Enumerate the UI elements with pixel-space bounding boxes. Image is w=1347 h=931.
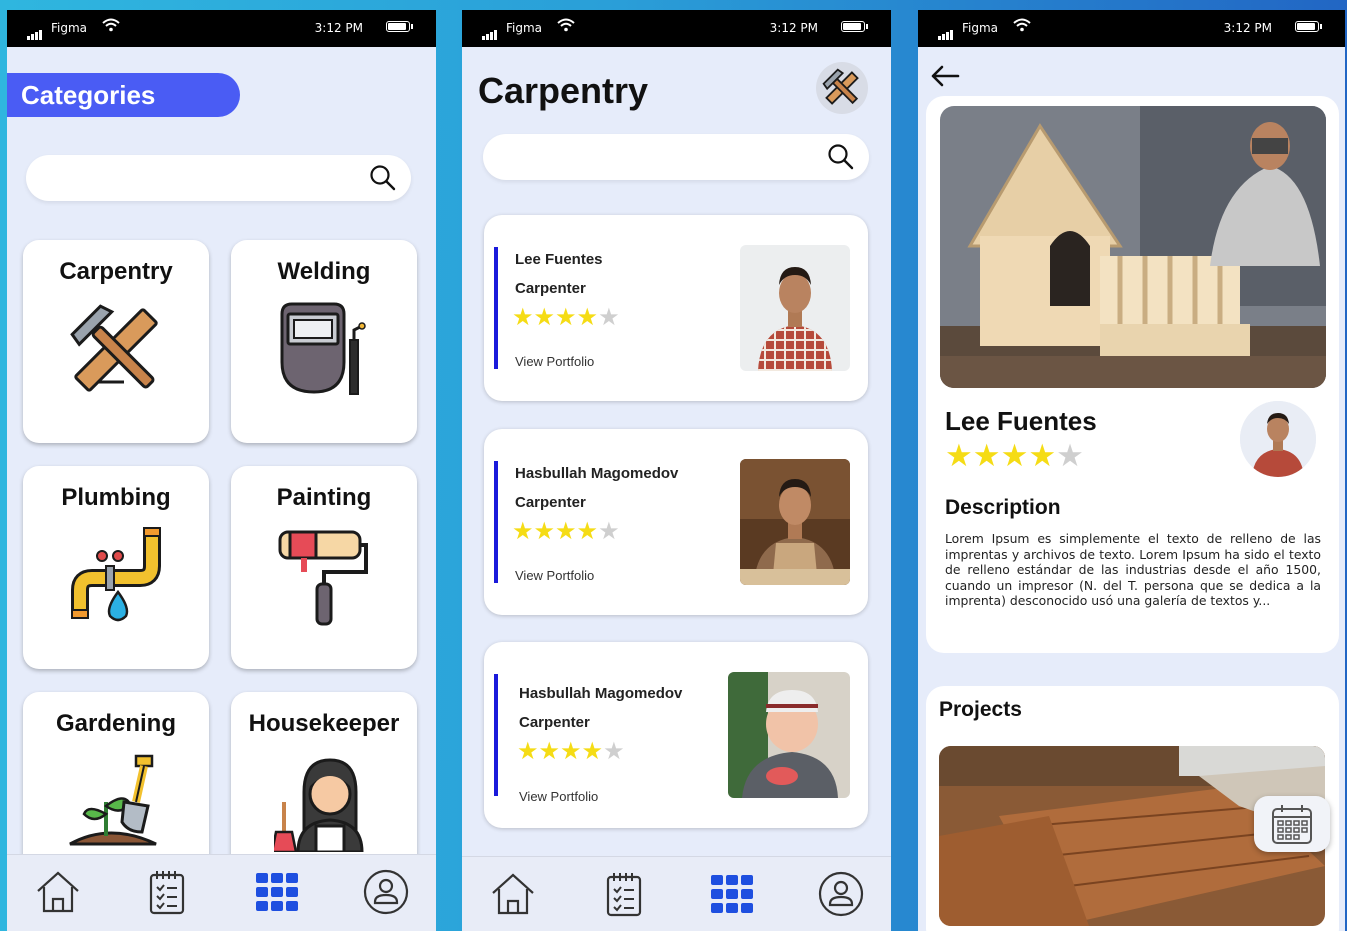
search-input[interactable]: [26, 155, 411, 201]
category-label: Carpentry: [59, 258, 173, 285]
worker-role: Carpenter: [515, 280, 586, 297]
housekeeper-icon: [274, 758, 364, 852]
clock: 3:12 PM: [1223, 21, 1272, 35]
card-accent-bar: [494, 247, 498, 369]
view-portfolio-link[interactable]: View Portfolio: [519, 789, 598, 804]
card-accent-bar: [494, 674, 498, 796]
worker-role: Carpenter: [515, 494, 586, 511]
calendar-button[interactable]: [1254, 796, 1330, 852]
plant-shovel-icon: [69, 754, 157, 846]
clock: 3:12 PM: [314, 21, 363, 35]
wifi-icon: [557, 18, 575, 32]
category-tile-carpentry[interactable]: Carpentry: [23, 240, 209, 443]
category-label: Housekeeper: [248, 710, 400, 737]
rating-stars: ★★★★★: [517, 738, 625, 765]
categories-screen: Figma 3:12 PM Categories Carpentry Weldi…: [7, 10, 436, 931]
signal-icon: [27, 26, 43, 40]
status-bar: Figma 3:12 PM: [7, 10, 436, 47]
category-label: Plumbing: [61, 484, 171, 511]
wifi-icon: [1013, 18, 1031, 32]
worker-name: Lee Fuentes: [515, 251, 603, 268]
worker-photo: [728, 672, 850, 798]
battery-icon: [841, 21, 868, 32]
worker-photo: [740, 245, 850, 371]
view-portfolio-link[interactable]: View Portfolio: [515, 354, 594, 369]
battery-icon: [386, 21, 413, 32]
back-arrow-icon[interactable]: [930, 65, 960, 87]
rating-stars: ★★★★★: [945, 438, 1084, 473]
search-input[interactable]: [483, 134, 869, 180]
projects-heading: Projects: [939, 698, 1022, 721]
worker-photo: [740, 459, 850, 585]
bottom-nav: [7, 854, 436, 931]
search-icon: [828, 144, 854, 170]
carpentry-screen: Figma 3:12 PM Carpentry Lee Fuentes Carp…: [462, 10, 891, 931]
status-bar: Figma 3:12 PM: [462, 10, 891, 47]
wifi-icon: [102, 18, 120, 32]
page-title: Carpentry: [478, 70, 649, 111]
paint-roller-icon: [278, 530, 368, 626]
worker-card[interactable]: Lee Fuentes Carpenter ★★★★★ View Portfol…: [484, 215, 868, 401]
rating-stars: ★★★★★: [512, 304, 620, 331]
profile-card: Lee Fuentes ★★★★★ Description Lorem Ipsu…: [926, 96, 1339, 653]
clock: 3:12 PM: [769, 21, 818, 35]
hammer-saw-icon: [822, 68, 859, 105]
description-text: Lorem Ipsum es simplemente el texto de r…: [945, 531, 1321, 608]
worker-name: Hasbullah Magomedov: [515, 465, 679, 482]
calendar-icon: [1272, 805, 1312, 844]
pipe-icon: [71, 527, 161, 622]
worker-card[interactable]: Hasbullah Magomedov Carpenter ★★★★★ View…: [484, 642, 868, 828]
checklist-icon[interactable]: [604, 871, 644, 917]
bottom-nav: [462, 856, 891, 931]
status-bar: Figma 3:12 PM: [918, 10, 1345, 47]
welding-mask-icon: [280, 302, 366, 395]
home-icon[interactable]: [490, 871, 536, 917]
hammer-saw-icon: [70, 304, 158, 392]
hero-photo: [940, 106, 1326, 388]
home-icon[interactable]: [35, 869, 81, 915]
signal-icon: [938, 26, 954, 40]
category-avatar[interactable]: [816, 62, 868, 114]
checklist-icon[interactable]: [147, 869, 187, 915]
grid-icon[interactable]: [254, 869, 300, 915]
worker-name: Hasbullah Magomedov: [519, 685, 683, 702]
avatar: [1240, 401, 1316, 477]
category-label: Welding: [277, 258, 371, 285]
description-heading: Description: [945, 496, 1061, 519]
rating-stars: ★★★★★: [512, 518, 620, 545]
worker-role: Carpenter: [519, 714, 590, 731]
category-tile-painting[interactable]: Painting: [231, 466, 417, 669]
view-portfolio-link[interactable]: View Portfolio: [515, 568, 594, 583]
worker-profile-screen: Figma 3:12 PM Lee Fuentes ★★★★★ Descript…: [918, 10, 1345, 931]
profile-icon[interactable]: [363, 869, 409, 915]
carrier-label: Figma: [506, 21, 543, 35]
grid-icon[interactable]: [709, 871, 755, 917]
signal-icon: [482, 26, 498, 40]
category-label: Painting: [276, 484, 372, 511]
worker-card[interactable]: Hasbullah Magomedov Carpenter ★★★★★ View…: [484, 429, 868, 615]
battery-icon: [1295, 21, 1322, 32]
category-label: Gardening: [55, 710, 176, 737]
carrier-label: Figma: [51, 21, 88, 35]
page-title: Categories: [7, 73, 240, 117]
worker-name: Lee Fuentes: [945, 406, 1097, 436]
search-icon: [370, 165, 396, 191]
card-accent-bar: [494, 461, 498, 583]
category-tile-welding[interactable]: Welding: [231, 240, 417, 443]
category-tile-plumbing[interactable]: Plumbing: [23, 466, 209, 669]
carrier-label: Figma: [962, 21, 999, 35]
profile-icon[interactable]: [818, 871, 864, 917]
